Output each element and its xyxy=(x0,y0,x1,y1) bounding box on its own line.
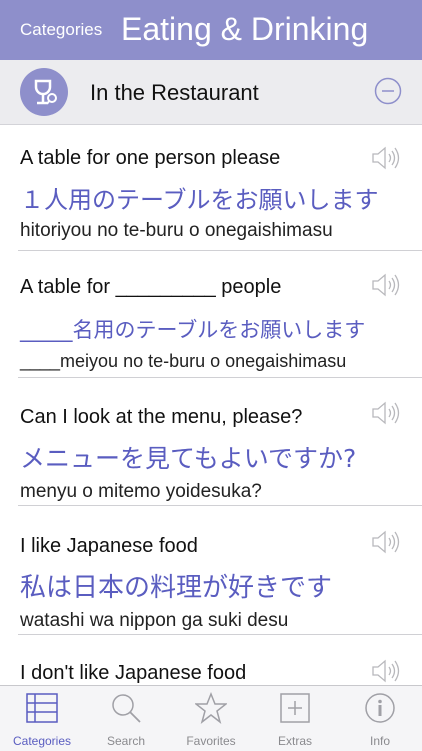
speaker-icon[interactable] xyxy=(370,272,400,298)
divider xyxy=(18,250,422,251)
speaker-icon[interactable] xyxy=(370,400,400,426)
nav-bar: Categories Eating & Drinking xyxy=(0,0,422,60)
english-phrase: I like Japanese food xyxy=(20,535,198,557)
tab-extras[interactable]: Extras xyxy=(253,686,337,751)
back-button[interactable]: Categories xyxy=(20,20,102,40)
list-item[interactable]: I like Japanese food 私は日本の料理が好きです watash… xyxy=(0,509,422,635)
section-header[interactable]: In the Restaurant xyxy=(0,60,422,125)
tab-label: Search xyxy=(106,734,146,748)
english-phrase: A table for _________ people xyxy=(20,276,282,298)
star-icon xyxy=(195,692,227,724)
speaker-icon[interactable] xyxy=(370,145,400,171)
tab-categories[interactable]: Categories xyxy=(0,686,84,751)
divider xyxy=(18,505,422,506)
section-title: In the Restaurant xyxy=(90,80,259,105)
romaji-phrase: menyu o mitemo yoidesuka? xyxy=(20,481,262,502)
tab-search[interactable]: Search xyxy=(84,686,168,751)
romaji-phrase: watashi wa nippon ga suki desu xyxy=(20,610,289,631)
tab-label: Favorites xyxy=(186,734,236,748)
list-item[interactable]: I don't like Japanese food xyxy=(0,638,422,685)
japanese-phrase: 私は日本の料理が好きです xyxy=(20,573,333,603)
english-phrase: I don't like Japanese food xyxy=(20,662,247,684)
list-item[interactable]: Can I look at the menu, please? メニューを見ても… xyxy=(0,380,422,506)
english-phrase: A table for one person please xyxy=(20,147,281,169)
page-title: Eating & Drinking xyxy=(121,11,369,47)
search-icon xyxy=(112,694,141,723)
tab-label: Info xyxy=(369,734,390,748)
tab-label: Extras xyxy=(277,734,312,748)
tab-info[interactable]: Info xyxy=(338,686,422,751)
speaker-icon[interactable] xyxy=(370,658,400,684)
speaker-icon[interactable] xyxy=(370,529,400,555)
romaji-phrase: hitoriyou no te-buru o onegaishimasu xyxy=(20,220,333,241)
divider xyxy=(18,377,422,378)
english-phrase: Can I look at the menu, please? xyxy=(20,406,303,428)
japanese-phrase: メニューを見てもよいですか? xyxy=(20,444,357,473)
divider xyxy=(18,634,422,635)
japanese-phrase: １人用のテーブルをお願いします xyxy=(20,186,379,214)
info-icon xyxy=(365,693,395,723)
tab-favorites[interactable]: Favorites xyxy=(169,686,253,751)
plus-icon xyxy=(280,693,310,723)
list-icon xyxy=(26,693,58,723)
romaji-phrase: ____meiyou no te-buru o onegaishimasu xyxy=(20,351,347,371)
japanese-phrase: _____名用のテーブルをお願いします xyxy=(20,318,366,342)
collapse-icon[interactable] xyxy=(374,77,402,105)
tab-bar: Categories Search Favorites Extras Info xyxy=(0,685,422,751)
list-item[interactable]: A table for one person please １人用のテーブルをお… xyxy=(0,125,422,251)
tab-label: Categories xyxy=(12,734,72,748)
restaurant-icon xyxy=(20,68,68,116)
phrase-list: A table for one person please １人用のテーブルをお… xyxy=(0,125,422,685)
list-item[interactable]: A table for _________ people _____名用のテーブ… xyxy=(0,252,422,378)
